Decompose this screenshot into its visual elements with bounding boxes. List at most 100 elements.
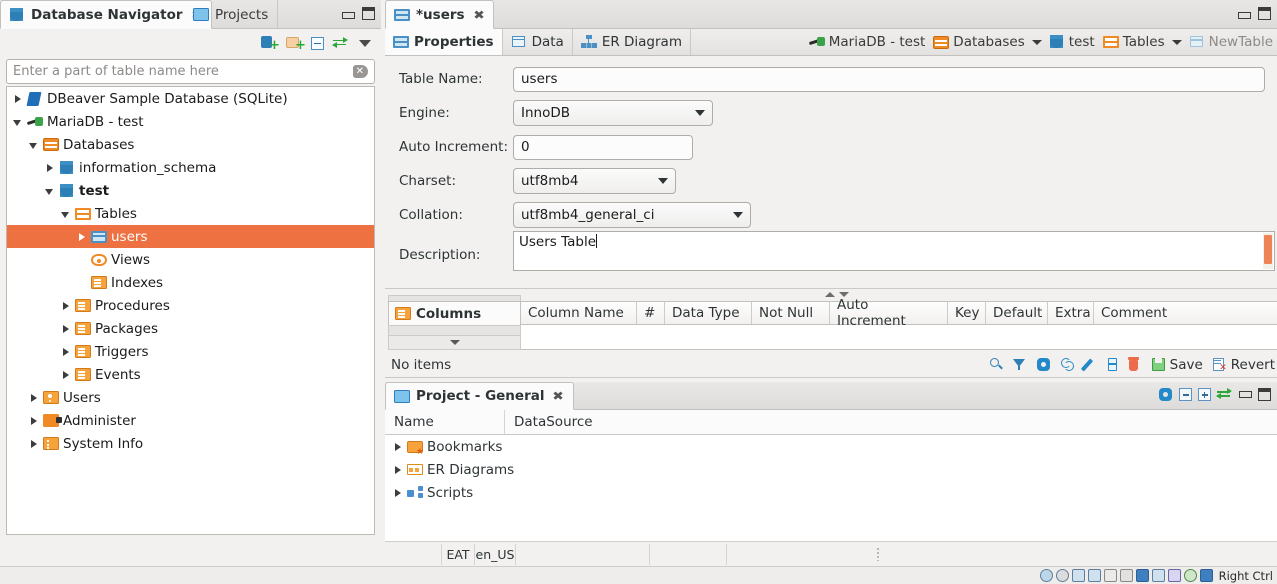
column-header-data-type[interactable]: Data Type: [665, 302, 752, 324]
view-menu-icon[interactable]: [359, 39, 371, 47]
project-row[interactable]: Scripts: [385, 481, 1277, 504]
chevron-right-icon[interactable]: [393, 442, 403, 452]
auto-increment-input[interactable]: 0: [513, 134, 693, 160]
collapse-all-icon[interactable]: [311, 36, 326, 51]
close-icon[interactable]: ✖: [553, 390, 565, 402]
chevron-down-icon[interactable]: [45, 186, 55, 196]
chevron-down-icon[interactable]: [61, 209, 71, 219]
collapse-up-icon[interactable]: [825, 292, 835, 297]
table-filter-input[interactable]: Enter a part of table name here ✕: [6, 59, 375, 84]
chevron-right-icon[interactable]: [29, 393, 39, 403]
tab-project-general[interactable]: Project - General ✖: [385, 382, 574, 410]
tree-item-triggers[interactable]: Triggers: [7, 340, 374, 363]
new-connection-icon[interactable]: +: [261, 35, 280, 52]
tree-item-tables[interactable]: Tables: [7, 202, 374, 225]
column-header-name[interactable]: Name: [385, 410, 505, 434]
chevron-right-icon[interactable]: [61, 324, 71, 334]
column-header-column-name[interactable]: Column Name: [521, 302, 637, 324]
collapse-all-icon[interactable]: [1179, 388, 1192, 401]
project-row[interactable]: ER Diagrams: [385, 458, 1277, 481]
breadcrumb-item-connection[interactable]: MariaDB - test: [829, 34, 926, 50]
copy-icon[interactable]: [1107, 357, 1119, 372]
tree-item-databases[interactable]: Databases: [7, 133, 374, 156]
columns-grid-body[interactable]: [521, 325, 1277, 350]
chevron-right-icon[interactable]: [29, 416, 39, 426]
link-with-editor-icon[interactable]: [332, 36, 349, 51]
link-with-editor-icon[interactable]: [1216, 387, 1233, 402]
tree-item-users[interactable]: Users: [7, 386, 374, 409]
tree-item-administer[interactable]: Administer: [7, 409, 374, 432]
video-capture-icon[interactable]: [1151, 569, 1165, 582]
tree-item-procedures[interactable]: Procedures: [7, 294, 374, 317]
tree-item-events[interactable]: Events: [7, 363, 374, 386]
tab-data[interactable]: Data: [503, 29, 573, 55]
column-header-auto-increment[interactable]: Auto Increment: [830, 297, 948, 329]
chevron-right-icon[interactable]: [29, 439, 39, 449]
refresh-icon[interactable]: [1060, 357, 1075, 372]
edit-pencil-icon[interactable]: [1080, 357, 1099, 372]
maximize-icon[interactable]: [1258, 7, 1271, 20]
breadcrumb-item-schema[interactable]: test: [1069, 34, 1095, 50]
chevron-down-icon[interactable]: [1031, 39, 1042, 45]
table-name-input[interactable]: users: [513, 66, 1265, 92]
navigator-tree[interactable]: DBeaver Sample Database (SQLite) MariaDB …: [6, 86, 375, 535]
filter-icon[interactable]: [1012, 357, 1027, 372]
chevron-right-icon[interactable]: [393, 488, 403, 498]
project-row[interactable]: Bookmarks: [385, 435, 1277, 458]
chevron-right-icon[interactable]: [61, 370, 71, 380]
chevron-right-icon[interactable]: [77, 232, 87, 242]
chevron-right-icon[interactable]: [61, 347, 71, 357]
column-header-datasource[interactable]: DataSource: [505, 410, 825, 434]
column-header-not-null[interactable]: Not Null: [752, 302, 830, 324]
tree-item-test[interactable]: test: [7, 179, 374, 202]
column-header-extra[interactable]: Extra: [1048, 302, 1094, 324]
columns-tab-more-button[interactable]: [388, 336, 521, 350]
minimize-icon[interactable]: [1239, 391, 1252, 398]
maximize-icon[interactable]: [362, 7, 375, 20]
charset-select[interactable]: utf8mb4: [513, 168, 676, 194]
tree-item-packages[interactable]: Packages: [7, 317, 374, 340]
search-icon[interactable]: [989, 357, 1004, 372]
chevron-down-icon[interactable]: [29, 140, 39, 150]
remote-desktop-icon[interactable]: [1167, 569, 1181, 582]
tree-item-mariadb-test[interactable]: MariaDB - test: [7, 110, 374, 133]
tab-columns[interactable]: Columns: [388, 301, 521, 325]
engine-select[interactable]: InnoDB: [513, 100, 713, 126]
status-resize-grip[interactable]: [856, 547, 900, 561]
chevron-down-icon[interactable]: [13, 117, 23, 127]
chevron-right-icon[interactable]: [61, 301, 71, 311]
breadcrumb-item-tables[interactable]: Tables: [1123, 34, 1165, 50]
tree-item-views[interactable]: Views: [7, 248, 374, 271]
chevron-down-icon[interactable]: [1171, 39, 1182, 45]
project-tree[interactable]: Bookmarks ER Diagrams Scripts: [385, 435, 1277, 541]
optical-disk-icon[interactable]: [1055, 569, 1069, 582]
tab-er-diagram[interactable]: ER Diagram: [573, 29, 691, 55]
settings-gear-icon[interactable]: [1158, 387, 1173, 402]
tab-database-navigator[interactable]: Database Navigator ✖: [0, 0, 212, 29]
minimize-icon[interactable]: [342, 12, 355, 19]
network-icon[interactable]: [1087, 569, 1101, 582]
breadcrumb-item-databases[interactable]: Databases: [953, 34, 1024, 50]
maximize-icon[interactable]: [1258, 388, 1271, 401]
revert-button[interactable]: ✕ Revert: [1212, 357, 1275, 373]
shared-folder-icon[interactable]: [1119, 569, 1133, 582]
tree-item-indexes[interactable]: Indexes: [7, 271, 374, 294]
column-header-[interactable]: #: [637, 302, 665, 324]
tree-item-system-info[interactable]: System Info: [7, 432, 374, 455]
clear-icon[interactable]: ✕: [351, 65, 368, 78]
tree-item-dbeaver-sample-database-sqlite[interactable]: DBeaver Sample Database (SQLite): [7, 87, 374, 110]
tree-item-users[interactable]: users: [7, 225, 374, 248]
tab-users-editor[interactable]: *users ✖: [385, 0, 494, 29]
floppy-icon[interactable]: [1071, 569, 1085, 582]
chevron-right-icon[interactable]: [13, 94, 23, 104]
column-header-default[interactable]: Default: [986, 302, 1048, 324]
settings-gear-icon[interactable]: [1036, 357, 1051, 372]
hdd-icon[interactable]: [1039, 569, 1053, 582]
close-icon[interactable]: ✖: [473, 9, 485, 21]
tab-projects[interactable]: Projects: [185, 0, 279, 29]
keyboard-icon[interactable]: [1199, 569, 1213, 582]
column-header-comment[interactable]: Comment: [1094, 302, 1214, 324]
tab-properties[interactable]: Properties: [385, 29, 503, 55]
new-folder-icon[interactable]: +: [286, 35, 306, 52]
display-icon[interactable]: [1135, 569, 1149, 582]
